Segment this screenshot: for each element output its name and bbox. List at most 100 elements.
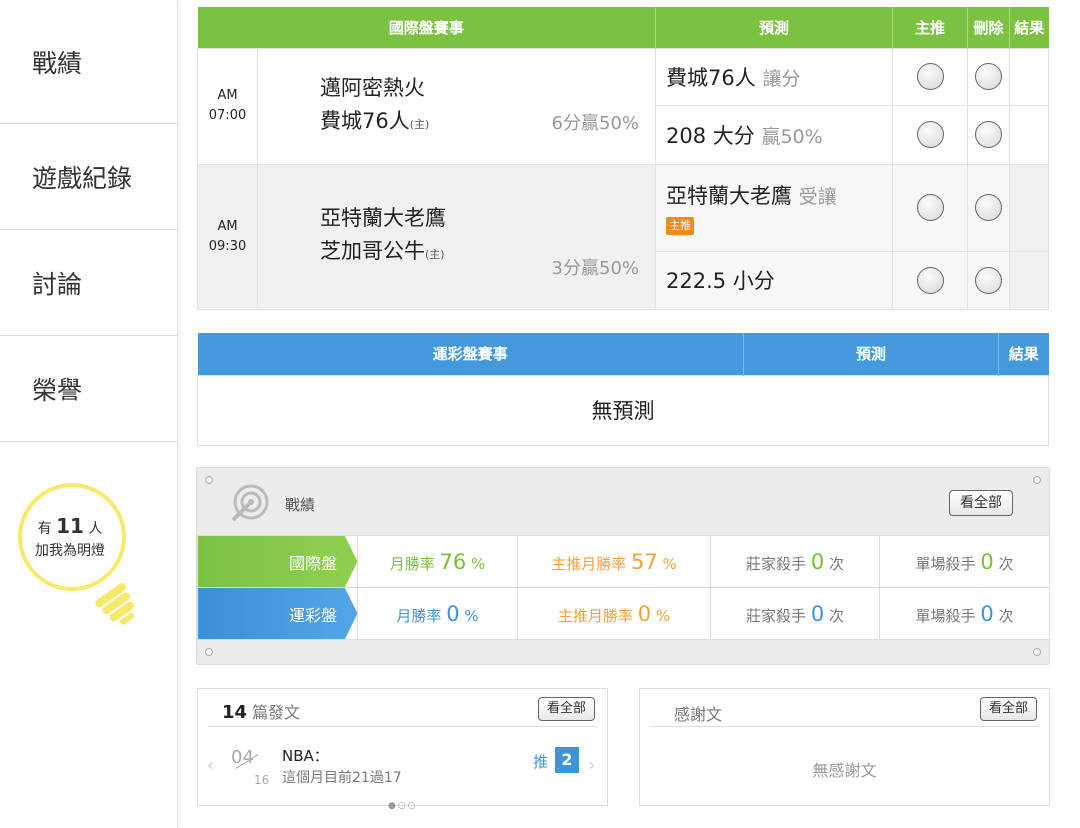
post-title[interactable]: NBA： <box>282 745 329 766</box>
thanks-panel: 感謝文 看全部 無感謝文 <box>639 688 1050 806</box>
sports-lottery-table: 運彩盤賽事 預測 結果 無預測 <box>197 333 1049 446</box>
delete-radio[interactable] <box>975 194 1003 221</box>
main-cell <box>892 250 969 310</box>
main-pick-radio[interactable] <box>916 121 944 148</box>
table-row: AM 09:30 亞特蘭大老鷹 芝加哥公牛(主) 3分贏50% 亞特蘭大老鷹 受… <box>197 163 1050 310</box>
thanks-view-all-button[interactable]: 看全部 <box>979 697 1037 721</box>
screw-icon <box>1033 648 1041 656</box>
post-date-month: 16 <box>254 773 270 787</box>
stat-label: 莊家殺手 <box>746 606 807 625</box>
delete-cell <box>967 104 1011 165</box>
game-time: AM 07:00 <box>197 47 258 165</box>
game-matchup: 亞特蘭大老鷹 芝加哥公牛(主) 3分贏50% <box>256 163 657 310</box>
header-event: 國際盤賽事 <box>197 7 656 48</box>
main-pick-radio[interactable] <box>916 194 944 221</box>
record-panel: 戰績 看全部 國際盤 月勝率 76 % 主推月勝率 57 % 莊家殺手 0 次 … <box>196 467 1050 665</box>
stat-unit: 次 <box>998 554 1014 573</box>
sidebar-item-game-history[interactable]: 遊戲紀錄 <box>0 124 177 230</box>
stat-unit: 次 <box>998 606 1014 625</box>
row-label: 國際盤 <box>197 535 358 588</box>
table-header-row: 國際盤賽事 預測 主推 刪除 結果 <box>197 7 1049 48</box>
stat-value: 76 <box>439 549 467 574</box>
prediction-cell: 費城76人 讓分 <box>655 47 894 106</box>
stat-label: 單場殺手 <box>915 554 976 573</box>
table-row: 國際盤 月勝率 76 % 主推月勝率 57 % 莊家殺手 0 次 單場殺手 0 … <box>197 535 1050 588</box>
result-cell <box>1009 163 1050 252</box>
lamp-text: 加我為明燈 <box>35 543 105 559</box>
stat-unit: % <box>471 554 486 573</box>
main-cell <box>892 163 969 252</box>
chevron-right-icon[interactable]: › <box>588 755 595 776</box>
result-cell <box>1009 47 1050 106</box>
sidebar-item-label: 戰績 <box>32 48 83 78</box>
row-label: 運彩盤 <box>197 587 358 640</box>
main-cell <box>892 104 969 165</box>
push-count: 2 <box>555 747 579 773</box>
result-cell <box>1009 104 1050 165</box>
stat-unit: % <box>655 606 671 625</box>
game-matchup: 邁阿密熱火 費城76人(主) 6分贏50% <box>256 47 657 165</box>
single-killer: 單場殺手 0 次 <box>879 535 1050 588</box>
chevron-left-icon[interactable]: ‹ <box>207 755 214 776</box>
game-odds: 6分贏50% <box>551 112 640 134</box>
main-month-winrate: 主推月勝率 0 % <box>517 587 711 640</box>
sidebar-item-discussion[interactable]: 討論 <box>0 230 177 336</box>
prediction-pick: 208 大分 <box>666 123 755 148</box>
prediction-type: 贏50% <box>761 125 823 148</box>
lamp-count: 11 <box>56 514 84 538</box>
posts-view-all-button[interactable]: 看全部 <box>537 697 595 721</box>
stat-value: 0 <box>980 549 994 574</box>
posts-panel: 14 篇發文 看全部 ‹ 04 16 NBA： 這個月目前21過17 推 2 ›… <box>197 688 608 811</box>
post-subtitle[interactable]: 這個月目前21過17 <box>282 767 402 787</box>
lamp-prefix: 有 <box>37 521 52 537</box>
sidebar-item-label: 討論 <box>32 269 83 299</box>
home-mark: (主) <box>409 117 430 131</box>
game-clock: 09:30 <box>208 238 247 254</box>
prediction-pick: 亞特蘭大老鷹 <box>666 184 793 208</box>
main-pick-radio[interactable] <box>916 63 944 90</box>
stat-value: 0 <box>980 601 994 626</box>
month-winrate: 月勝率 76 % <box>357 535 518 588</box>
sidebar-item-label: 遊戲紀錄 <box>32 163 133 193</box>
single-killer: 單場殺手 0 次 <box>879 587 1050 640</box>
stat-value: 57 <box>631 549 658 574</box>
home-team: 費城76人 <box>320 108 410 133</box>
game-ampm: AM <box>217 88 238 103</box>
main-month-winrate: 主推月勝率 57 % <box>517 535 711 588</box>
header-predict: 預測 <box>743 333 999 375</box>
screw-icon <box>205 648 213 656</box>
screw-icon <box>205 476 213 484</box>
stat-value: 0 <box>446 601 460 626</box>
stat-label: 莊家殺手 <box>746 554 807 573</box>
banker-killer: 莊家殺手 0 次 <box>710 587 880 640</box>
delete-radio[interactable] <box>975 63 1003 90</box>
stat-unit: 次 <box>828 606 844 625</box>
home-team: 芝加哥公牛 <box>320 239 425 263</box>
sidebar: 戰績 遊戲紀錄 討論 榮譽 有 11 人 加我為明燈 <box>0 0 178 828</box>
sidebar-item-record[interactable]: 戰績 <box>0 0 177 124</box>
sidebar-item-honors[interactable]: 榮譽 <box>0 336 177 442</box>
main-pick-radio[interactable] <box>916 266 944 294</box>
away-team: 亞特蘭大老鷹 <box>320 206 446 230</box>
record-view-all-button[interactable]: 看全部 <box>949 490 1013 516</box>
delete-radio[interactable] <box>975 121 1003 148</box>
stat-label: 主推月勝率 <box>557 606 633 625</box>
lamp-suffix: 人 <box>88 521 103 537</box>
international-predictions-table: 國際盤賽事 預測 主推 刪除 結果 AM 07:00 邁阿密熱火 費城76人(主… <box>197 7 1050 310</box>
stat-unit: % <box>464 606 479 625</box>
table-header-row: 運彩盤賽事 預測 結果 <box>197 333 1049 375</box>
game-odds: 3分贏50% <box>551 257 640 279</box>
table-row: AM 07:00 邁阿密熱火 費城76人(主) 6分贏50% 費城76人 讓分 <box>197 47 1050 165</box>
header-result: 結果 <box>998 333 1049 375</box>
stat-label: 月勝率 <box>389 554 435 573</box>
prediction-cell: 222.5 小分 <box>655 250 894 310</box>
thanks-empty-message: 無感謝文 <box>812 761 877 780</box>
prediction-type: 受讓 <box>798 186 837 208</box>
result-cell <box>1009 250 1050 310</box>
target-icon <box>231 484 269 522</box>
carousel-dots[interactable]: ●○○ <box>388 801 418 811</box>
sidebar-item-label: 榮譽 <box>32 375 83 405</box>
prediction-cell: 208 大分 贏50% <box>655 104 894 165</box>
delete-radio[interactable] <box>975 266 1003 294</box>
delete-cell <box>967 47 1011 106</box>
